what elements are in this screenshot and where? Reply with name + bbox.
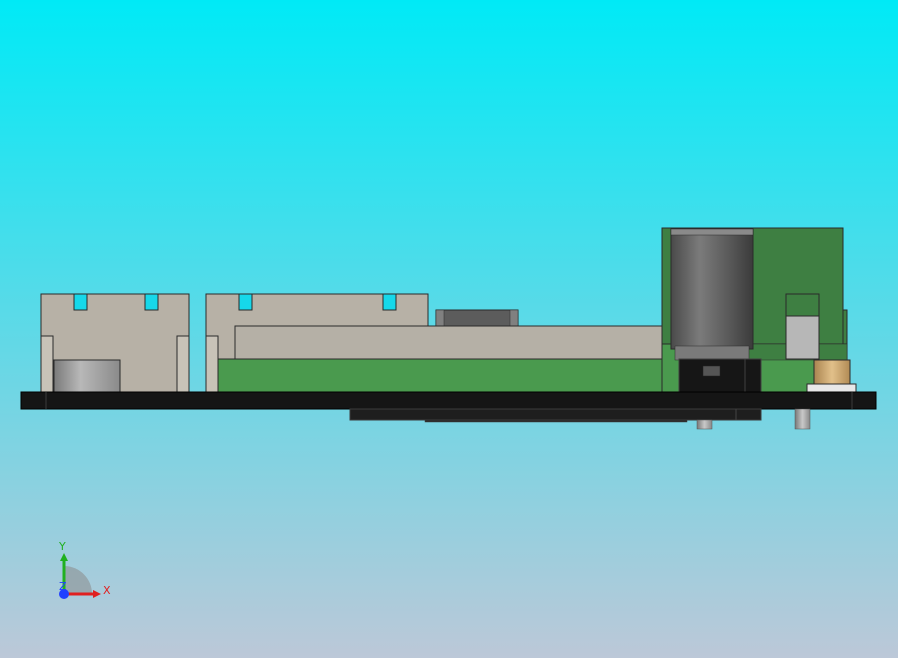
bottom-pin-2 [794,408,811,430]
cad-scene[interactable]: X Y Z [0,0,898,658]
left-connector-housing[interactable] [40,293,190,393]
bottom-pin-1 [696,419,713,430]
left-connector-notch-1 [73,293,88,311]
left-connector-left-wall [40,335,54,393]
z-axis-label: Z [59,580,67,593]
middle-connector-notch-2 [382,293,397,311]
cad-viewport[interactable]: X Y Z [0,0,898,658]
pcb-green-layer[interactable] [217,358,681,393]
grey-block[interactable] [785,315,820,360]
left-connector-cylinder [53,359,121,393]
electrolytic-capacitor[interactable] [670,228,754,361]
base-board[interactable] [20,391,877,410]
middle-connector-left-wall [205,335,219,393]
y-axis-label: Y [58,540,66,553]
bottom-board[interactable] [349,408,762,421]
middle-connector-notch-1 [238,293,253,311]
capacitor-body [670,228,754,350]
bottom-board-strip [424,419,688,423]
black-jack-connector-slot [702,365,721,377]
left-connector-notch-2 [144,293,159,311]
brass-standoff[interactable] [813,359,851,385]
top-ic-chip[interactable] [435,309,519,329]
x-axis-label: X [103,584,111,597]
capacitor-top-rim [670,228,754,236]
left-connector-right-wall [176,335,190,393]
capacitor-bottom-rim [674,345,750,361]
top-ic-chip-lead-right [509,309,519,329]
standoff-washer [806,383,857,393]
top-ic-chip-lead-left [435,309,445,329]
grey-block-top [785,293,820,317]
long-header-strip[interactable] [234,325,664,361]
